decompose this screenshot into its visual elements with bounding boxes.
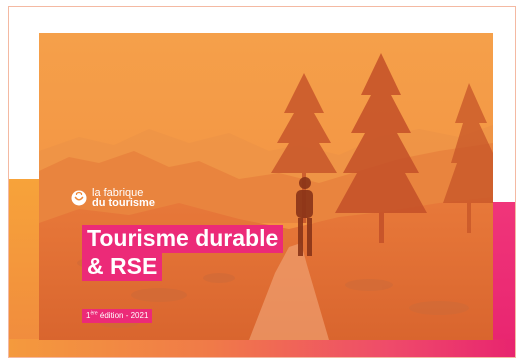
cover-title: Tourisme durable & RSE bbox=[82, 225, 284, 281]
right-color-strip bbox=[491, 33, 515, 357]
report-cover: la fabrique du tourisme Tourisme durable… bbox=[8, 6, 516, 358]
brand-name: la fabrique du tourisme bbox=[92, 188, 155, 209]
title-line-2: & RSE bbox=[82, 253, 163, 281]
brand-name-line2: du tourisme bbox=[92, 197, 155, 209]
brand-logo: la fabrique du tourisme bbox=[71, 188, 155, 209]
edition-year: édition - 2021 bbox=[97, 311, 149, 320]
edition-ordinal-suffix: ère bbox=[90, 310, 98, 317]
title-line-1: Tourisme durable bbox=[82, 225, 284, 253]
left-color-strip bbox=[9, 33, 39, 357]
smile-bag-icon bbox=[71, 190, 87, 206]
bottom-gradient-band bbox=[9, 339, 515, 357]
top-margin bbox=[9, 7, 515, 33]
edition-badge: 1ère édition - 2021 bbox=[82, 309, 153, 323]
